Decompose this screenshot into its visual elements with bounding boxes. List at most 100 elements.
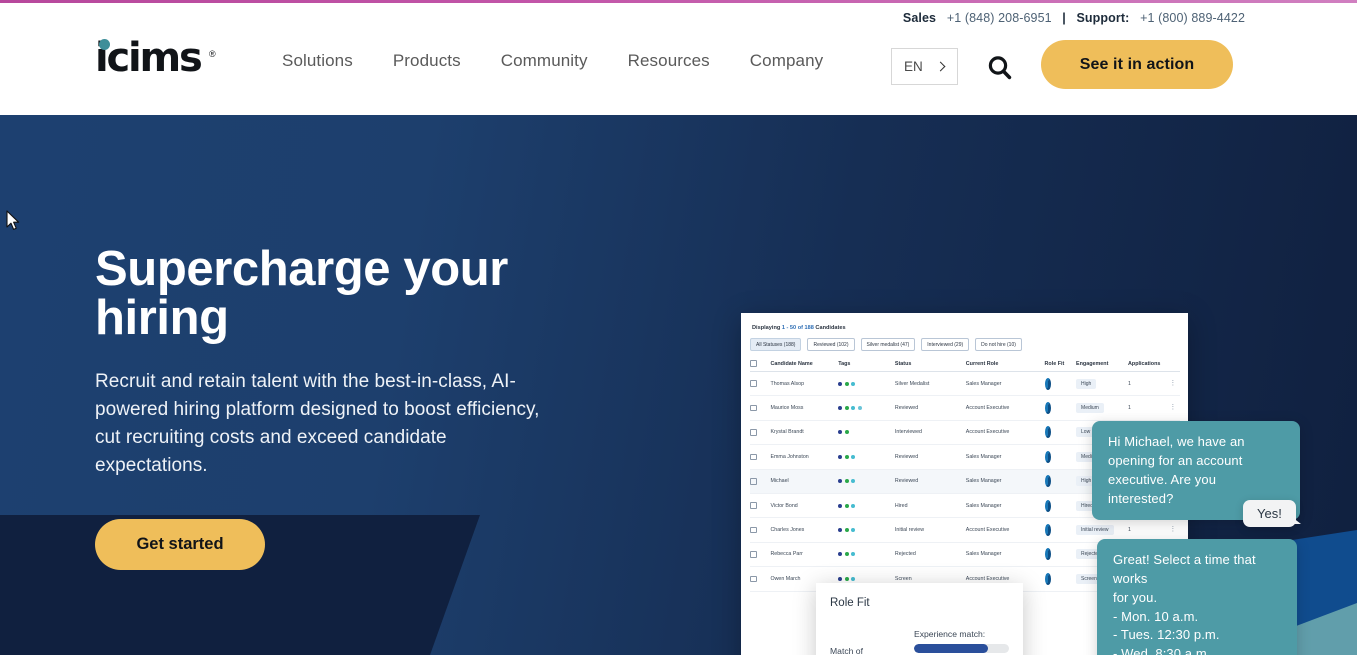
table-row[interactable]: Maurice Moss Reviewed Account Executive Med… bbox=[750, 396, 1180, 421]
cell-tags bbox=[838, 552, 895, 557]
cell-current-role: Sales Manager bbox=[965, 502, 1002, 509]
role-fit-ring-icon bbox=[1044, 524, 1051, 537]
tag-dots bbox=[838, 503, 895, 508]
cell-role-fit[interactable] bbox=[1044, 377, 1077, 390]
search-button[interactable] bbox=[985, 53, 1015, 83]
cell-tags bbox=[838, 503, 895, 508]
nav-item-company[interactable]: Company bbox=[730, 51, 843, 71]
cell-role-fit[interactable] bbox=[1044, 402, 1077, 415]
column-header-tags[interactable]: Tags bbox=[838, 361, 895, 367]
see-it-in-action-button[interactable]: See it in action bbox=[1041, 40, 1233, 89]
primary-navigation: Solutions Products Community Resources C… bbox=[262, 51, 843, 71]
role-fit-title: Role Fit bbox=[830, 597, 870, 609]
role-fit-ring-icon bbox=[1044, 475, 1051, 488]
icims-logo[interactable]: icims ® bbox=[95, 35, 220, 81]
cell-candidate-name[interactable]: Michael bbox=[770, 478, 838, 484]
role-fit-ring-icon bbox=[1044, 572, 1051, 585]
checkbox-icon bbox=[750, 404, 757, 412]
cell-engagement: Initial review bbox=[1076, 525, 1128, 536]
cell-tags bbox=[838, 430, 895, 435]
hero-title-line-2: hiring bbox=[95, 291, 229, 345]
nav-item-products[interactable]: Products bbox=[373, 51, 481, 71]
column-header-status[interactable]: Status bbox=[895, 361, 966, 367]
row-checkbox[interactable] bbox=[750, 526, 770, 534]
cell-candidate-name[interactable]: Victor Bond bbox=[770, 503, 838, 509]
cell-candidate-name[interactable]: Krystal Brandt bbox=[770, 429, 838, 435]
role-fit-match-bars: Experience match: Skills match: bbox=[914, 629, 1009, 655]
cell-tags bbox=[838, 454, 895, 459]
get-started-button[interactable]: Get started bbox=[95, 519, 265, 571]
nav-item-resources[interactable]: Resources bbox=[608, 51, 730, 71]
site-header: Sales +1 (848) 208-6951 | Support: +1 (8… bbox=[0, 3, 1357, 115]
cell-candidate-name[interactable]: Rebecca Parr bbox=[770, 551, 838, 557]
cell-applications: 1 bbox=[1128, 380, 1131, 387]
kebab-menu-icon: ⋮ bbox=[1169, 404, 1177, 412]
row-checkbox[interactable] bbox=[750, 429, 770, 436]
nav-item-solutions[interactable]: Solutions bbox=[262, 51, 373, 71]
row-checkbox[interactable] bbox=[750, 453, 770, 461]
results-range: 1 - 50 of 188 bbox=[781, 325, 814, 331]
row-actions-button[interactable]: ⋮ bbox=[1166, 380, 1180, 387]
utility-separator: | bbox=[1062, 11, 1066, 25]
cell-role-fit[interactable] bbox=[1044, 450, 1077, 463]
cell-current-role: Sales Manager bbox=[965, 453, 1002, 460]
cell-status: Silver Medalist bbox=[894, 380, 930, 387]
cell-current-role: Account Executive bbox=[965, 527, 1010, 534]
filter-chip-interviewed[interactable]: Interviewed (29) bbox=[921, 338, 970, 351]
tag-dot-icon bbox=[838, 552, 843, 557]
logo-wordmark: icims bbox=[95, 35, 203, 81]
filter-chip-reviewed[interactable]: Reviewed (102) bbox=[807, 338, 855, 351]
page-root: Sales +1 (848) 208-6951 | Support: +1 (8… bbox=[0, 0, 1357, 655]
cell-role-fit[interactable] bbox=[1044, 572, 1077, 585]
scheduling-option-monday: - Mon. 10 a.m. bbox=[1113, 608, 1199, 624]
cell-current-role: Sales Manager bbox=[965, 551, 1002, 558]
cell-status: Reviewed bbox=[894, 453, 919, 460]
engagement-badge: High bbox=[1076, 378, 1097, 389]
row-actions-button[interactable]: ⋮ bbox=[1166, 526, 1180, 533]
row-checkbox[interactable] bbox=[750, 380, 770, 387]
row-checkbox[interactable] bbox=[750, 551, 770, 558]
mouse-pointer-icon bbox=[6, 210, 20, 230]
nav-item-community[interactable]: Community bbox=[481, 51, 608, 71]
cell-candidate-name[interactable]: Maurice Moss bbox=[770, 405, 838, 411]
support-phone-link[interactable]: +1 (800) 889-4422 bbox=[1140, 11, 1245, 25]
language-selector[interactable]: EN bbox=[891, 48, 958, 85]
row-actions-button[interactable]: ⋮ bbox=[1166, 404, 1180, 412]
select-all-checkbox[interactable] bbox=[750, 360, 770, 367]
role-fit-ring-icon bbox=[1044, 377, 1051, 390]
table-row[interactable]: Thomas Alsop Silver Medalist Sales Manager… bbox=[750, 372, 1180, 397]
checkbox-icon bbox=[750, 575, 757, 583]
cell-role-fit[interactable] bbox=[1044, 499, 1077, 512]
filter-chip-silver-medalist[interactable]: Silver medalist (47) bbox=[860, 338, 916, 351]
cell-role-fit[interactable] bbox=[1044, 475, 1077, 488]
sales-phone-link[interactable]: +1 (848) 208-6951 bbox=[947, 11, 1052, 25]
column-header-engagement[interactable]: Engagement bbox=[1076, 361, 1128, 367]
column-header-role-fit[interactable]: Role Fit bbox=[1045, 361, 1077, 367]
filter-chip-all-statuses[interactable]: All Statuses (188) bbox=[750, 338, 802, 351]
cell-candidate-name[interactable]: Charles Jones bbox=[770, 527, 838, 533]
scheduling-intro-line-1: Great! Select a time that works bbox=[1113, 552, 1256, 586]
experience-match-fill bbox=[914, 644, 989, 653]
cell-candidate-name[interactable]: Thomas Alsop bbox=[770, 381, 838, 387]
cell-candidate-name[interactable]: Owen March bbox=[770, 576, 838, 582]
tag-dot-icon bbox=[844, 454, 849, 459]
cell-tags bbox=[838, 576, 895, 581]
tag-dots bbox=[838, 479, 895, 484]
role-fit-ring-icon bbox=[1044, 499, 1051, 512]
cell-role-fit[interactable] bbox=[1044, 426, 1077, 439]
row-checkbox[interactable] bbox=[750, 502, 770, 509]
cell-role-fit[interactable] bbox=[1044, 524, 1077, 537]
column-header-candidate-name[interactable]: Candidate Name bbox=[770, 361, 838, 367]
filter-chip-do-not-hire[interactable]: Do not hire (10) bbox=[975, 338, 1022, 351]
experience-match-bar bbox=[914, 644, 1009, 653]
cell-tags bbox=[838, 381, 895, 386]
tag-dot-icon bbox=[838, 454, 843, 459]
cell-candidate-name[interactable]: Emma Johnston bbox=[770, 454, 838, 460]
row-checkbox[interactable] bbox=[750, 404, 770, 412]
cell-role-fit[interactable] bbox=[1044, 548, 1077, 561]
row-checkbox[interactable] bbox=[750, 575, 770, 583]
column-header-applications[interactable]: Applications bbox=[1128, 361, 1166, 367]
column-header-current-role[interactable]: Current Role bbox=[966, 361, 1045, 367]
row-checkbox[interactable] bbox=[750, 478, 770, 485]
cell-tags bbox=[838, 406, 895, 411]
